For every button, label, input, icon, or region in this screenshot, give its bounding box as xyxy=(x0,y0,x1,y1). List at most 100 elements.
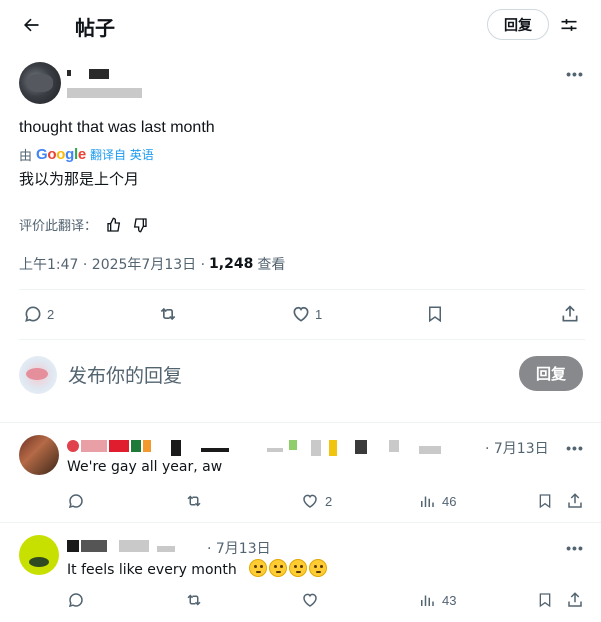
retweet-icon xyxy=(160,307,176,321)
redacted-block xyxy=(171,440,181,456)
translate-prefix: 由 xyxy=(19,149,33,164)
translated-from-link[interactable]: 翻译自 英语 xyxy=(90,146,154,163)
views-count: 46 xyxy=(442,493,457,509)
reply-text: It feels like every month xyxy=(67,559,328,578)
reply-author-redacted[interactable] xyxy=(67,438,487,456)
like-count: 2 xyxy=(325,493,333,509)
redacted-block xyxy=(267,448,283,452)
like-action[interactable] xyxy=(301,589,325,611)
views-action[interactable]: 43 xyxy=(418,589,456,611)
rolling-eyes-emoji-icon xyxy=(289,559,308,577)
views-action[interactable]: 46 xyxy=(418,490,456,512)
views-label: 查看 xyxy=(257,257,286,273)
bookmark-icon xyxy=(539,593,551,608)
divider xyxy=(0,522,601,523)
views-count: 43 xyxy=(442,592,457,608)
redacted-block xyxy=(143,440,151,452)
divider xyxy=(19,339,585,340)
reply-action-bar: 43 xyxy=(67,589,585,611)
author-name-redacted-block xyxy=(89,69,109,79)
reply-text: We're gay all year, aw xyxy=(67,459,223,475)
heart-icon xyxy=(293,306,309,322)
heart-icon xyxy=(303,494,317,508)
reply-action[interactable]: 2 xyxy=(23,300,54,328)
share-action[interactable] xyxy=(566,589,584,611)
filter-settings-icon[interactable] xyxy=(554,10,584,40)
like-action[interactable]: 2 xyxy=(301,490,332,512)
rolling-eyes-emoji-icon xyxy=(309,559,328,577)
reply-more-icon[interactable]: ••• xyxy=(562,438,588,458)
share-action[interactable] xyxy=(560,300,580,328)
google-logo: Google xyxy=(36,146,86,163)
reply-icon xyxy=(25,306,41,322)
redacted-block xyxy=(131,440,141,452)
reply-avatar[interactable] xyxy=(19,435,59,475)
post-text: thought that was last month xyxy=(19,119,215,136)
share-action[interactable] xyxy=(566,490,584,512)
post-timestamp[interactable]: 上午1:47 · 2025年7月13日 · xyxy=(19,254,205,274)
retweet-action[interactable] xyxy=(184,589,210,611)
reply-compose-input[interactable]: 发布你的回复 xyxy=(68,361,182,388)
redacted-block xyxy=(157,546,175,552)
like-action[interactable]: 1 xyxy=(291,300,322,328)
author-avatar[interactable] xyxy=(19,62,61,104)
post-meta: 上午1:47 · 2025年7月13日 · 1,248 查看 xyxy=(19,254,285,274)
redacted-block xyxy=(355,440,367,454)
thumbs-up-icon[interactable] xyxy=(105,216,123,234)
current-user-avatar xyxy=(19,356,57,394)
rate-translation: 评价此翻译： xyxy=(19,215,149,234)
redacted-block xyxy=(389,440,399,452)
redacted-block xyxy=(67,440,79,452)
reply-count: 2 xyxy=(47,306,55,322)
views-count: 1,248 xyxy=(209,256,254,272)
share-icon xyxy=(562,305,578,322)
retweet-action[interactable] xyxy=(157,300,183,328)
retweet-action[interactable] xyxy=(184,490,210,512)
bookmark-action[interactable] xyxy=(537,490,553,512)
share-icon xyxy=(568,493,582,508)
share-icon xyxy=(568,592,582,607)
compose-reply-button[interactable]: 回复 xyxy=(519,356,583,391)
translation-attribution: 由 Google 翻译自 英语 xyxy=(19,145,154,164)
bookmark-icon xyxy=(429,306,441,323)
redacted-block xyxy=(419,446,441,454)
rate-translation-label: 评价此翻译： xyxy=(19,219,98,234)
redacted-block xyxy=(329,440,337,456)
author-name-redacted[interactable] xyxy=(67,70,71,76)
redacted-block xyxy=(201,448,229,452)
redacted-block xyxy=(67,540,79,552)
back-arrow-icon[interactable] xyxy=(14,8,48,42)
top-bar: 帖子 回复 xyxy=(0,0,601,50)
redacted-block xyxy=(289,440,297,450)
bookmark-action[interactable] xyxy=(537,589,553,611)
header-reply-button[interactable]: 回复 xyxy=(487,9,549,40)
retweet-icon xyxy=(187,594,201,606)
redacted-block xyxy=(81,540,107,552)
thumbs-down-icon[interactable] xyxy=(131,216,149,234)
reply-icon xyxy=(68,593,83,608)
reply-action[interactable] xyxy=(67,490,91,512)
heart-icon xyxy=(303,593,317,607)
rolling-eyes-emoji-icon xyxy=(269,559,288,577)
reply-action-bar: 2 46 xyxy=(67,490,585,512)
rolling-eyes-emoji-icon xyxy=(249,559,268,577)
reply-avatar[interactable] xyxy=(19,535,59,575)
reply-text-content: It feels like every month xyxy=(67,562,237,578)
page-title: 帖子 xyxy=(75,16,115,40)
reply-date[interactable]: · 7月13日 xyxy=(485,438,549,458)
reply-date[interactable]: · 7月13日 xyxy=(207,538,271,558)
post-more-icon[interactable]: ••• xyxy=(562,64,588,84)
bookmark-action[interactable] xyxy=(426,300,444,328)
post-action-bar: 2 1 xyxy=(19,300,585,328)
views-chart-icon xyxy=(421,496,434,507)
reply-more-icon[interactable]: ••• xyxy=(562,538,588,558)
redacted-block xyxy=(109,440,129,452)
reply-action[interactable] xyxy=(67,589,91,611)
redacted-block xyxy=(311,440,321,456)
retweet-icon xyxy=(187,495,201,507)
bookmark-icon xyxy=(539,494,551,509)
like-count: 1 xyxy=(315,306,323,322)
author-handle-redacted[interactable] xyxy=(67,88,142,98)
reply-author-redacted[interactable] xyxy=(67,538,207,554)
redacted-block xyxy=(81,440,107,452)
